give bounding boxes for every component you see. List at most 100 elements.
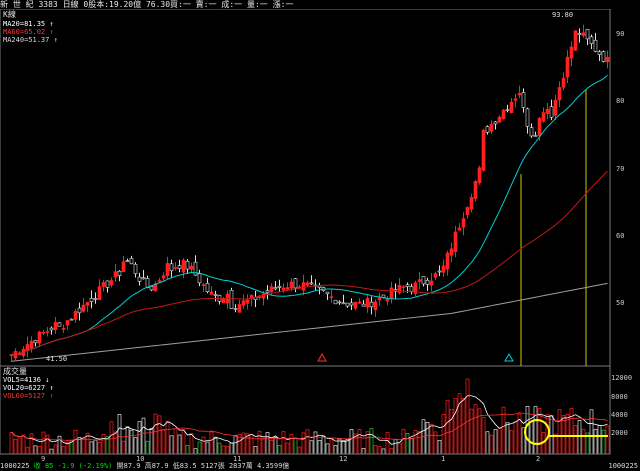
- candle-body: [493, 121, 498, 125]
- period-label: 日線: [62, 0, 79, 9]
- candle-body: [309, 282, 314, 285]
- candle-body: [537, 117, 542, 136]
- candle-body: [433, 273, 438, 278]
- volume-bar: [21, 434, 26, 455]
- y-tick-60: 60: [616, 232, 624, 240]
- ma240-label: MA240=51.37 ↑: [3, 36, 58, 44]
- volume-bar: [333, 445, 338, 455]
- volume-bar: [377, 446, 382, 455]
- volume-bar: [93, 439, 98, 455]
- candle-body: [401, 286, 406, 288]
- candle-body: [121, 261, 126, 273]
- candle-body: [417, 279, 422, 282]
- candle-body: [453, 231, 458, 253]
- candle-body: [465, 207, 470, 216]
- volume-bar: [393, 438, 398, 455]
- candle-body: [97, 286, 102, 301]
- candle-body: [57, 322, 62, 327]
- vol-tick-8000: 8000: [611, 393, 628, 401]
- candle-body: [533, 135, 538, 137]
- candle-body: [497, 116, 502, 123]
- share-capital: 0股本:19.20億: [83, 0, 142, 9]
- candle-body: [369, 301, 374, 308]
- candle-body: [585, 28, 590, 40]
- candle-body: [605, 57, 610, 63]
- candle-body: [437, 270, 442, 273]
- candle-body: [557, 87, 562, 101]
- candle-body: [445, 252, 450, 270]
- candle-body: [505, 109, 510, 111]
- volume-bar: [177, 434, 182, 455]
- volume-bar: [113, 431, 118, 455]
- footer-open: 開87.9: [116, 462, 141, 470]
- ma20-label: MA20=81.35 ↑: [3, 20, 54, 28]
- ask-price: 賣:一: [195, 0, 217, 9]
- candle-body: [517, 93, 522, 96]
- volume-bar: [329, 439, 334, 455]
- volume-bar: [25, 446, 30, 455]
- volume-bar: [73, 429, 78, 455]
- volume-bar: [357, 429, 362, 455]
- volume-pane-title: 成交量: [3, 366, 27, 376]
- volume-bar: [97, 442, 102, 455]
- candle-body: [109, 280, 114, 286]
- high-price-label: 93.80: [552, 11, 573, 19]
- candle-body: [357, 301, 362, 304]
- volume-bar: [165, 420, 170, 455]
- candle-body: [29, 340, 34, 349]
- candle-body: [353, 302, 358, 309]
- vol-tick-4000: 4000: [611, 411, 628, 419]
- candle-body: [37, 331, 42, 344]
- candle-body: [397, 285, 402, 293]
- candle-body: [329, 296, 334, 298]
- volume-bar: [185, 444, 190, 455]
- candle-body: [389, 287, 394, 299]
- candle-body: [89, 298, 94, 302]
- volume-bar: [305, 429, 310, 455]
- candle-body: [545, 108, 550, 114]
- y-tick-90: 90: [616, 30, 624, 38]
- volume-bar: [549, 415, 554, 455]
- volume-bar: [65, 442, 70, 455]
- price-chart[interactable]: K線 MA20=81.35 ↑ MA60=65.02 ↑ MA240=51.37…: [0, 9, 640, 366]
- candle-body: [85, 301, 90, 306]
- candle-body: [573, 30, 578, 51]
- candle-body: [113, 271, 118, 278]
- candle-body: [49, 327, 54, 331]
- volume-bar: [257, 430, 262, 455]
- volume-bar: [425, 422, 430, 455]
- volume-bar: [221, 445, 226, 455]
- ma60-label: MA60=65.02 ↑: [3, 28, 54, 36]
- candle-body: [53, 321, 58, 331]
- candle-body: [213, 294, 218, 296]
- candle-body: [449, 248, 454, 256]
- candle-body: [45, 331, 50, 333]
- volume-bar: [13, 438, 18, 455]
- volume-bar: [409, 438, 414, 455]
- volume-bar: [37, 446, 42, 455]
- volume-bar: [313, 431, 318, 455]
- candle-body: [409, 286, 414, 292]
- volume-bar: [153, 413, 158, 455]
- volume-bar: [349, 429, 354, 455]
- volume-bar: [453, 398, 458, 455]
- stock-code: 3383: [38, 0, 58, 9]
- volume-bar: [317, 439, 322, 455]
- volume-chart[interactable]: 成交量 VOL5=4136 ↓ VOL20=6227 ↑ VOL60=5127 …: [0, 366, 640, 461]
- volume-bar: [233, 435, 238, 455]
- volume-bar: [241, 432, 246, 455]
- volume-bar: [205, 441, 210, 455]
- volume-bar: [385, 432, 390, 455]
- volume-bar: [465, 378, 470, 455]
- volume-bar: [589, 409, 594, 455]
- footer-date: 1000225: [0, 462, 30, 470]
- volume-bar: [269, 440, 274, 455]
- volume-bar: [601, 429, 606, 455]
- volume-bar: [569, 408, 574, 455]
- candle-body: [341, 302, 346, 305]
- volume-bar: [281, 431, 286, 455]
- candle-body: [141, 277, 146, 280]
- volume-bar: [181, 429, 186, 455]
- volume-bar: [417, 431, 422, 455]
- volume-bar: [225, 445, 230, 455]
